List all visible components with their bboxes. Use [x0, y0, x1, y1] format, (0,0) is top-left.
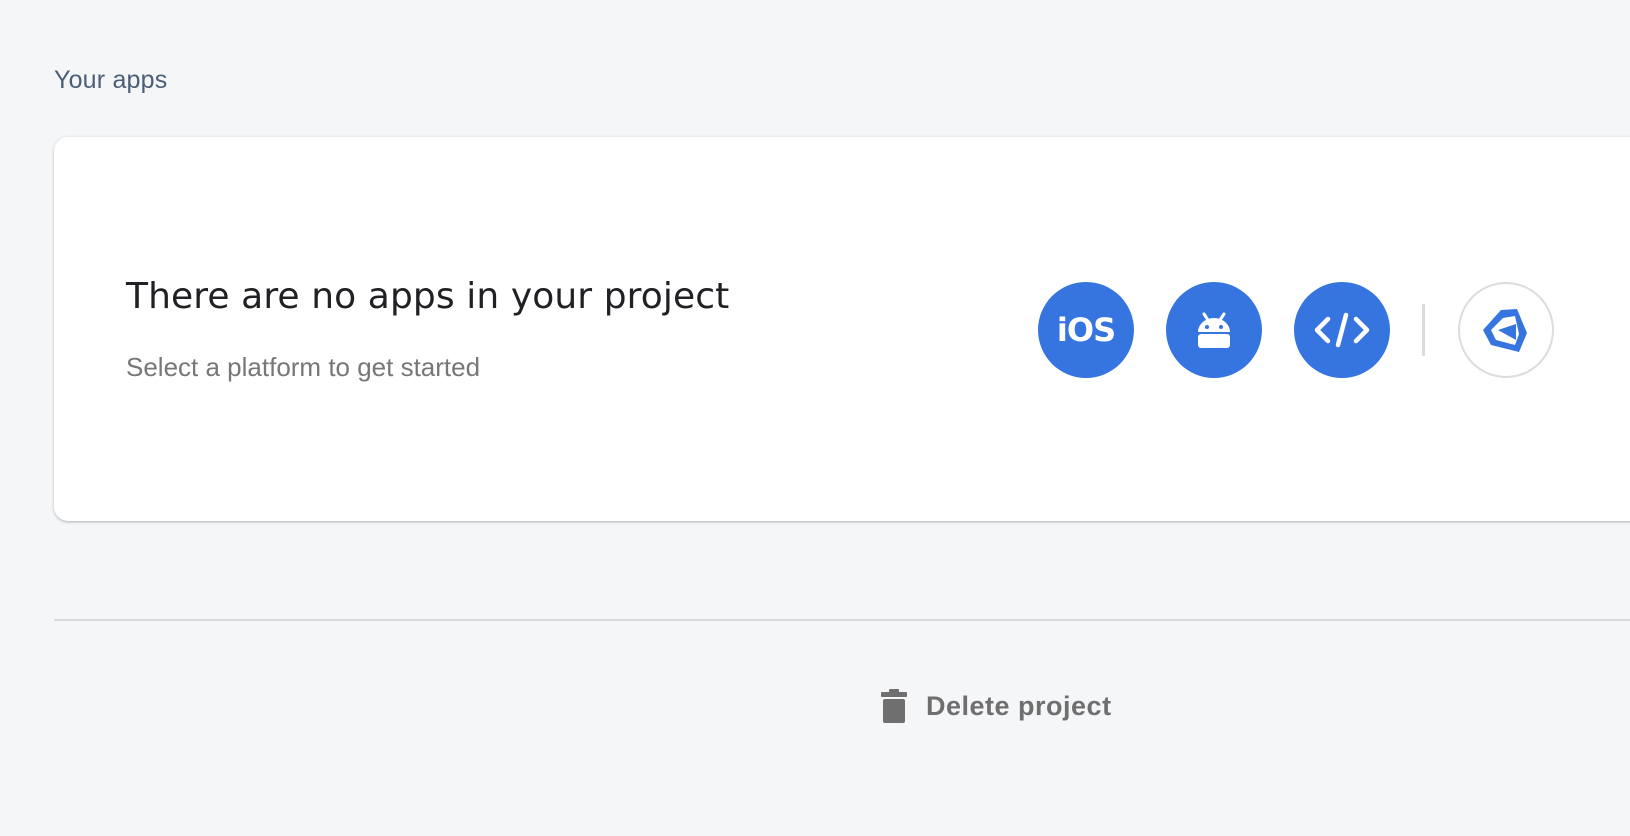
- delete-project-label: Delete project: [926, 690, 1112, 721]
- delete-project-button[interactable]: Delete project: [880, 684, 1112, 728]
- unity-icon: [1483, 309, 1527, 352]
- ios-icon: iOS: [1056, 311, 1116, 349]
- add-web-app-button[interactable]: [1294, 282, 1390, 378]
- empty-state-heading: There are no apps in your project: [126, 276, 730, 317]
- trash-icon: [881, 689, 907, 723]
- section-title: Your apps: [54, 66, 168, 94]
- platform-separator: [1422, 304, 1425, 356]
- android-icon: [1198, 312, 1230, 348]
- section-divider: [54, 619, 1630, 621]
- apps-card: There are no apps in your project Select…: [54, 137, 1630, 521]
- add-ios-app-button[interactable]: iOS: [1038, 282, 1134, 378]
- web-code-icon: [1314, 312, 1370, 348]
- empty-state-subheading: Select a platform to get started: [126, 352, 481, 382]
- add-unity-app-button[interactable]: [1458, 282, 1554, 378]
- add-android-app-button[interactable]: [1166, 282, 1262, 378]
